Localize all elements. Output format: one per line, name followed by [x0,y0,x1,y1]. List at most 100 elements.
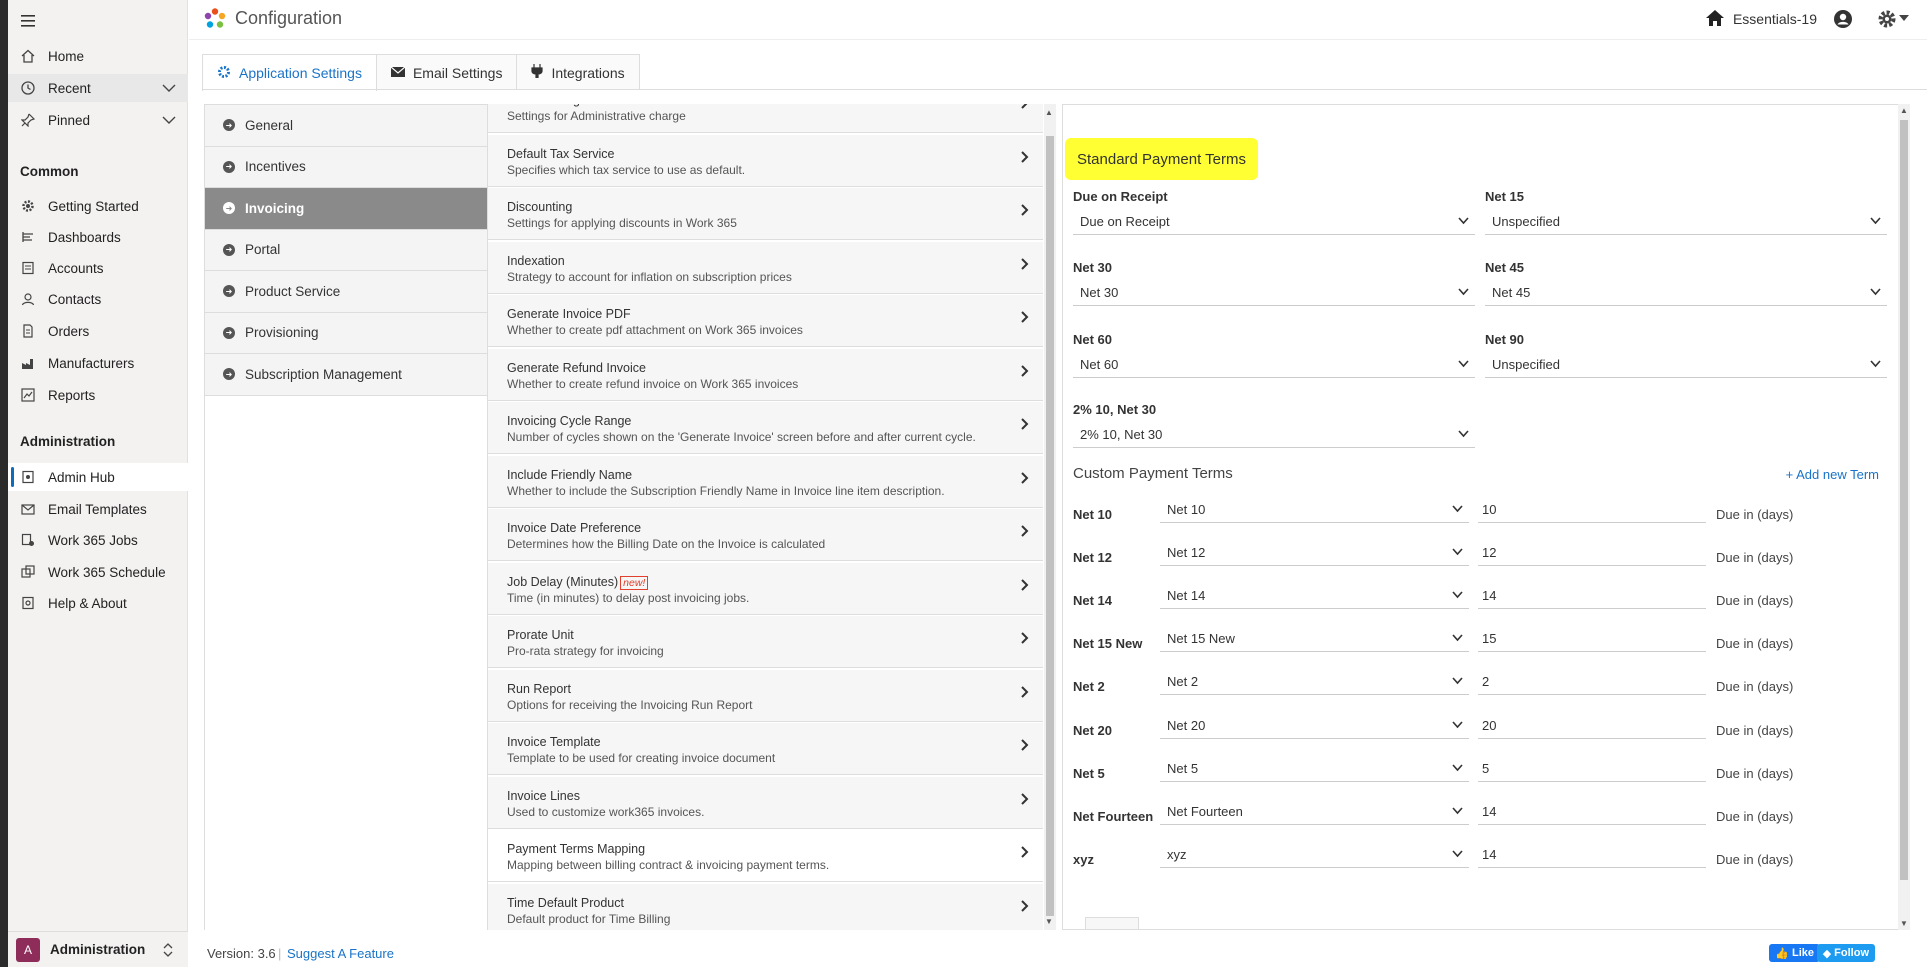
sidebar-item-manufacturers[interactable]: Manufacturers [8,349,188,377]
sidebar-item-home[interactable]: Home [8,42,188,70]
setting-item[interactable]: Invoice Template Template to be used for … [488,723,1043,775]
standard-term-select[interactable]: Unspecified [1485,352,1887,378]
setting-title: Run Report [507,682,571,696]
custom-term-select[interactable]: Net 5 [1160,756,1469,782]
sidebar-item-dashboards[interactable]: Dashboards [8,223,188,251]
sidebar-item-reports[interactable]: Reports [8,381,188,409]
sidebar-item-pinned[interactable]: Pinned [8,106,188,134]
due-days-input[interactable] [1478,798,1706,825]
user-avatar-icon[interactable] [1833,9,1853,32]
panel-scrollbar[interactable]: ▲ ▼ [1898,104,1910,930]
sidebar-item-help-about[interactable]: Help & About [8,589,188,617]
due-days-input[interactable] [1478,841,1706,868]
due-days-input[interactable] [1478,583,1706,610]
bird-icon: ◆ [1822,947,1832,960]
due-days-input[interactable] [1478,669,1706,696]
setting-item[interactable]: Default Tax Service Specifies which tax s… [488,134,1043,187]
facebook-like-button[interactable]: 👍 Like [1769,944,1820,962]
standard-term-select[interactable]: Unspecified [1485,209,1887,235]
environment-name[interactable]: Essentials-19 [1733,11,1817,27]
setting-item[interactable]: Invoicing Cycle Range Number of cycles sh… [488,402,1043,454]
standard-term-select[interactable]: 2% 10, Net 30 [1073,422,1475,448]
sidebar-item-orders[interactable]: Orders [8,317,188,345]
footer: Version: 3.6 | Suggest A Feature 👍 Like … [189,940,1927,967]
like-label: Like [1791,947,1814,959]
category-item[interactable]: ➜ Incentives [205,146,487,188]
standard-term-select[interactable]: Net 60 [1073,352,1475,378]
sidebar-item-accounts[interactable]: Accounts [8,254,188,282]
custom-term-select[interactable]: Net 20 [1160,713,1469,739]
tab-application-settings[interactable]: Application Settings [202,54,377,91]
custom-term-select[interactable]: Net 2 [1160,669,1469,696]
setting-item[interactable]: Indexation Strategy to account for inflat… [488,241,1043,294]
hamburger-menu-button[interactable] [8,7,188,35]
sidebar-item-getting-started[interactable]: Getting Started [8,192,188,220]
plug-icon [531,64,551,81]
category-item[interactable]: ➜ Subscription Management [205,354,487,396]
due-days-input[interactable] [1478,540,1706,567]
setting-title: Invoice Template [507,735,601,749]
setting-item[interactable]: Admin Charge Settings for Administrative … [488,104,1043,133]
custom-term-select[interactable]: Net 15 New [1160,626,1469,653]
sidebar-item-recent[interactable]: Recent [8,74,188,102]
add-new-term-button[interactable]: + Add new Term [1786,467,1879,482]
category-item[interactable]: ➜ Provisioning [205,312,487,354]
category-item[interactable]: ➜ Portal [205,229,487,271]
sidebar-item-admin-hub[interactable]: Admin Hub [8,463,188,491]
due-days-input[interactable] [1478,497,1706,523]
category-item[interactable]: ➜ Invoicing [205,188,487,230]
tab-email-settings[interactable]: Email Settings [375,54,518,90]
area-switcher[interactable]: A Administration [8,931,188,967]
settings-gear-icon[interactable] [1877,9,1897,32]
setting-item[interactable]: Invoice Date Preference Determines how th… [488,509,1043,561]
setting-item[interactable]: Include Friendly Name Whether to include … [488,455,1043,508]
sidebar-item-contacts[interactable]: Contacts [8,285,188,313]
sidebar-item-work365-schedule[interactable]: Work 365 Schedule [8,558,188,586]
custom-term-select[interactable]: Net 12 [1160,540,1469,567]
custom-term-select[interactable]: Net 10 [1160,497,1469,523]
standard-term-select[interactable]: Net 30 [1073,280,1475,306]
due-days-input[interactable] [1478,755,1706,782]
partially-visible-button[interactable] [1085,917,1139,929]
scrollbar-thumb[interactable] [1900,120,1908,880]
setting-item[interactable]: Generate Refund Invoice Whether to create… [488,348,1043,401]
custom-term-label: Net 12 [1073,550,1113,566]
sidebar-item-work365-jobs[interactable]: Work 365 Jobs [8,526,188,554]
setting-item[interactable]: Job Delay (Minutes) new! Time (in minutes)… [488,562,1043,615]
scroll-down-icon[interactable]: ▼ [1045,917,1053,926]
due-days-input[interactable] [1478,626,1706,653]
twitter-follow-button[interactable]: ◆ Follow [1816,944,1875,962]
top-bar: Configuration Essentials-19 [189,0,1927,40]
setting-item[interactable]: Time Default Product Default product for … [488,883,1043,930]
setting-item[interactable]: Discounting Settings for applying discoun… [488,188,1043,240]
due-days-input[interactable] [1478,712,1706,739]
tab-integrations[interactable]: Integrations [516,54,640,90]
setting-item[interactable]: Prorate Unit Pro-rata strategy for invoic… [488,616,1043,668]
scroll-down-icon[interactable]: ▼ [1900,919,1908,928]
category-item[interactable]: ➜ General [205,105,487,147]
custom-term-select[interactable]: xyz [1160,842,1469,868]
caret-down-icon[interactable] [1899,13,1909,24]
home-icon[interactable] [1705,9,1725,30]
sidebar-item-email-templates[interactable]: Email Templates [8,495,188,523]
category-item[interactable]: ➜ Product Service [205,271,487,313]
arrow-circle-icon: ➜ [223,119,235,132]
scrollbar-thumb[interactable] [1046,136,1054,916]
custom-term-select[interactable]: Net Fourteen [1160,799,1469,825]
standard-term-select[interactable]: Due on Receipt [1073,209,1475,235]
select-value: Net 12 [1167,545,1206,561]
settings-scrollbar[interactable]: ▲ ▼ [1044,104,1056,930]
setting-item[interactable]: Invoice Lines Used to customize work365 i… [488,776,1043,829]
setting-item[interactable]: Generate Invoice PDF Whether to create pd… [488,295,1043,347]
sidebar-item-label: Home [48,48,85,64]
due-days-label: Due in (days) [1716,593,1794,609]
chevron-down-icon[interactable] [162,81,176,96]
custom-term-select[interactable]: Net 14 [1160,583,1469,610]
setting-item[interactable]: Payment Terms Mapping Mapping between bil… [488,830,1043,882]
standard-term-select[interactable]: Net 45 [1485,280,1887,306]
chevron-down-icon[interactable] [162,113,176,128]
suggest-feature-link[interactable]: Suggest A Feature [287,946,394,961]
setting-item[interactable]: Run Report Options for receiving the Invo… [488,669,1043,722]
scroll-up-icon[interactable]: ▲ [1045,108,1053,117]
scroll-up-icon[interactable]: ▲ [1900,106,1908,115]
